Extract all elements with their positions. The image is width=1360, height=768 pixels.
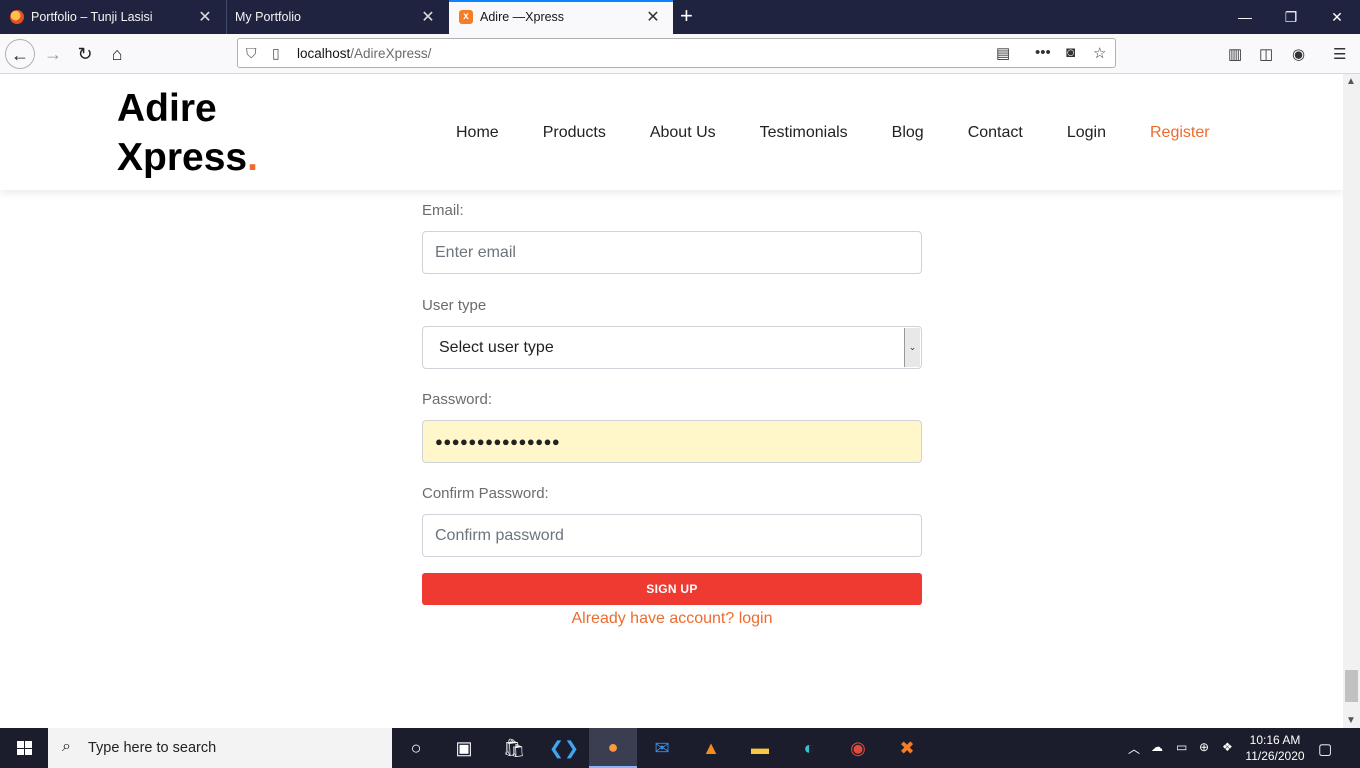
close-icon[interactable]: ✕ (195, 7, 215, 27)
firefox-icon[interactable]: ● (589, 728, 637, 768)
more-actions-icon[interactable]: ••• (1035, 44, 1051, 61)
taskbar-clock[interactable]: 10:16 AM 11/26/2020 (1244, 732, 1306, 764)
chevron-down-icon[interactable]: ⌄ (904, 328, 920, 367)
site-logo[interactable]: Adire Xpress. (117, 84, 258, 182)
sidebar-icon[interactable]: ◫ (1259, 45, 1273, 63)
url-text[interactable]: localhost/AdireXpress/ (297, 46, 431, 61)
nav-home[interactable]: Home (456, 124, 499, 142)
password-label: Password: (422, 391, 493, 408)
clock-date: 11/26/2020 (1245, 749, 1305, 763)
tray-chevron-up-icon[interactable]: ︿ (1128, 740, 1140, 757)
tab-title: My Portfolio (235, 10, 301, 24)
page-info-icon[interactable]: ▯ (272, 45, 280, 62)
nav-register[interactable]: Register (1150, 124, 1210, 142)
notification-icon[interactable]: ▢ (1318, 740, 1332, 758)
start-button[interactable] (0, 728, 48, 768)
minimize-icon[interactable]: — (1222, 0, 1268, 34)
page-scrollbar[interactable]: ▲ ▼ (1343, 74, 1360, 728)
scroll-up-icon[interactable]: ▲ (1346, 76, 1356, 87)
new-tab-icon[interactable]: + (680, 3, 693, 29)
reader-view-icon[interactable]: ▤ (996, 44, 1010, 62)
email-field[interactable]: Enter email (422, 231, 922, 274)
nav-login[interactable]: Login (1067, 124, 1106, 142)
scrollbar-thumb[interactable] (1345, 670, 1358, 702)
browser-nav-bar: ← → ↻ ⌂ ⛉ ▯ localhost/AdireXpress/ ▤ •••… (0, 34, 1360, 74)
clock-time: 10:16 AM (1249, 733, 1301, 747)
menu-hamburger-icon[interactable]: ☰ (1333, 45, 1346, 63)
back-arrow-icon[interactable]: ← (5, 39, 35, 69)
vlc-icon[interactable]: ▲ (687, 728, 735, 768)
network-icon[interactable]: ⊕ (1199, 740, 1209, 754)
email-label: Email: (422, 202, 464, 219)
tab-portfolio-tunji[interactable]: Portfolio – Tunji Lasisi ✕ (0, 0, 225, 34)
firefox-favicon-icon (10, 10, 24, 24)
tab-my-portfolio[interactable]: My Portfolio ✕ (226, 0, 448, 34)
home-icon[interactable]: ⌂ (102, 39, 132, 69)
main-nav: Home Products About Us Testimonials Blog… (456, 124, 1210, 142)
library-icon[interactable]: ▥ (1228, 45, 1242, 63)
usertype-label: User type (422, 297, 487, 314)
tab-title: Adire —Xpress (480, 10, 565, 24)
confirm-password-field[interactable]: Confirm password (422, 514, 922, 557)
store-icon[interactable]: 🛍 (490, 728, 538, 768)
tab-adire-xpress[interactable]: x Adire —Xpress ✕ (449, 0, 673, 34)
address-bar[interactable]: ⛉ ▯ localhost/AdireXpress/ ▤ ••• ◙ ☆ (237, 38, 1116, 68)
taskbar-search[interactable]: ⌕ Type here to search (48, 728, 392, 768)
site-header: Adire Xpress. Home Products About Us Tes… (0, 74, 1343, 190)
password-field[interactable]: ●●●●●●●●●●●●●●● (422, 420, 922, 463)
logo-line2: Xpress (117, 136, 248, 179)
logo-line1: Adire (117, 87, 217, 130)
restore-icon[interactable]: ❐ (1268, 0, 1314, 34)
page-viewport: Adire Xpress. Home Products About Us Tes… (0, 74, 1343, 728)
signup-button[interactable]: SIGN UP (422, 573, 922, 605)
nav-contact[interactable]: Contact (968, 124, 1023, 142)
dropbox-icon[interactable]: ❖ (1222, 740, 1233, 754)
search-placeholder: Type here to search (88, 740, 217, 756)
account-icon[interactable]: ◉ (1292, 45, 1305, 63)
task-view-icon[interactable]: ▣ (440, 728, 488, 768)
reload-icon[interactable]: ↻ (70, 39, 100, 69)
windows-logo-icon (17, 741, 32, 755)
close-icon[interactable]: ✕ (643, 7, 663, 27)
edge-icon[interactable]: ◐ (785, 728, 833, 768)
usertype-selected-value: Select user type (439, 339, 554, 356)
vscode-icon[interactable]: ❮❯ (540, 728, 588, 768)
search-icon: ⌕ (62, 738, 71, 755)
browser-tab-bar: Portfolio – Tunji Lasisi ✕ My Portfolio … (0, 0, 1360, 34)
bookmark-star-icon[interactable]: ☆ (1093, 44, 1106, 62)
window-close-icon[interactable]: ✕ (1314, 0, 1360, 34)
logo-dot: . (247, 136, 258, 179)
scroll-down-icon[interactable]: ▼ (1346, 715, 1356, 726)
file-explorer-icon[interactable]: ▬ (736, 728, 784, 768)
windows-taskbar: ⌕ Type here to search ○ ▣ 🛍 ❮❯ ● ✉ ▲ ▬ ◐… (0, 728, 1360, 768)
nav-blog[interactable]: Blog (892, 124, 924, 142)
mail-icon[interactable]: ✉ (638, 728, 686, 768)
xampp-icon[interactable]: ✖ (883, 728, 931, 768)
nav-testimonials[interactable]: Testimonials (760, 124, 848, 142)
battery-icon[interactable]: ▭ (1176, 740, 1187, 754)
xampp-favicon-icon: x (459, 10, 473, 24)
close-icon[interactable]: ✕ (418, 7, 438, 27)
onedrive-icon[interactable]: ☁ (1151, 740, 1163, 754)
cortana-icon[interactable]: ○ (392, 728, 440, 768)
tab-title: Portfolio – Tunji Lasisi (31, 10, 153, 24)
chrome-icon[interactable]: ◉ (834, 728, 882, 768)
forward-arrow-icon[interactable]: → (38, 39, 68, 69)
login-link[interactable]: Already have account? login (422, 610, 922, 628)
nav-products[interactable]: Products (543, 124, 606, 142)
confirm-password-label: Confirm Password: (422, 485, 549, 502)
nav-about-us[interactable]: About Us (650, 124, 716, 142)
usertype-select[interactable]: Select user type ⌄ (422, 326, 922, 369)
shield-icon[interactable]: ⛉ (246, 45, 257, 62)
pocket-icon[interactable]: ◙ (1066, 44, 1075, 61)
